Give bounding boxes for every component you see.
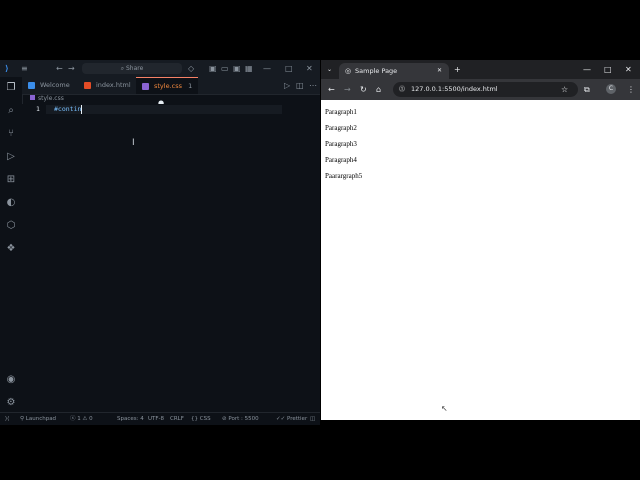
minimize-icon[interactable]: — [583, 60, 591, 79]
live-server-port-item[interactable]: ⊘ Port : 5500 [222, 413, 259, 425]
mouse-pointer-icon: ↖ [441, 404, 448, 413]
paragraph: Paragraph1 [325, 108, 357, 116]
encoding-item[interactable]: UTF-8 [148, 413, 164, 425]
problems-item[interactable]: ⓧ 1 ⚠ 0 [70, 413, 93, 425]
tab-label: style.css [154, 82, 182, 90]
tab-index-html[interactable]: index.html [78, 77, 136, 94]
paragraph: Paarargraph5 [325, 172, 363, 180]
python-icon[interactable]: ❖ [4, 242, 18, 256]
eol-item[interactable]: CRLF [170, 413, 184, 425]
css-file-icon [30, 95, 35, 100]
launchpad-label: Launchpad [25, 416, 57, 422]
explorer-icon[interactable]: ❐ [4, 81, 18, 95]
language-item[interactable]: {} CSS [191, 413, 211, 425]
chrome-menu-icon[interactable]: ⋮ [627, 79, 635, 100]
maximize-icon[interactable]: □ [604, 60, 612, 79]
toggle-secondary-sidebar-icon[interactable]: ▣ [233, 60, 241, 77]
toggle-sidebar-icon[interactable]: ▣ [209, 60, 217, 77]
prettier-label: Prettier [286, 416, 308, 422]
back-arrow-icon[interactable]: ← [56, 60, 63, 77]
port-label: Port : 5500 [228, 416, 259, 422]
vscode-window: ⟩ ≡ ← → ⌕ Share ◇ ▣ ▭ ▣ ▦ — □ ✕ ❐ ⌕ ⑂ ▷ … [0, 60, 320, 425]
vscode-logo-icon: ⟩ [5, 64, 9, 73]
extensions-icon[interactable]: ⊞ [4, 173, 18, 187]
close-tab-icon[interactable]: ✕ [437, 63, 442, 79]
chrome-tabstrip: ⌄ ◎ Sample Page ✕ + — □ ✕ [321, 60, 640, 79]
vscode-file-icon [28, 82, 35, 89]
github-icon[interactable]: ◐ [4, 196, 18, 210]
chrome-tab-title: Sample Page [355, 67, 398, 75]
tab-label: Welcome [40, 81, 70, 89]
status-bar: ⟩⟨ ⚲ Launchpad ⓧ 1 ⚠ 0 Spaces: 4 UTF-8 C… [0, 412, 320, 425]
html-file-icon [84, 82, 91, 89]
code-editor[interactable]: 1 #contin I [22, 104, 320, 412]
source-control-icon[interactable]: ⑂ [4, 127, 18, 141]
breadcrumb-label: style.css [38, 95, 64, 102]
editor-tabs: Welcome index.html style.css 1 ● ▷ ◫ ⋯ [22, 77, 320, 107]
url-text[interactable]: 127.0.0.1:5500/index.html [411, 82, 498, 97]
extensions-icon[interactable]: ⧉ [584, 79, 590, 100]
customize-layout-icon[interactable]: ▦ [245, 60, 253, 77]
mouse-ibeam-icon: I [132, 138, 135, 148]
account-icon[interactable]: ◉ [4, 373, 18, 387]
forward-arrow-icon[interactable]: → [344, 79, 351, 100]
site-info-icon[interactable]: ⓵ [399, 82, 405, 97]
copilot-icon[interactable]: ◇ [188, 60, 194, 77]
indentation-item[interactable]: Spaces: 4 [117, 413, 144, 425]
settings-gear-icon[interactable]: ⚙ [4, 396, 18, 410]
paragraph: Paragraph4 [325, 156, 357, 164]
command-center[interactable]: ⌕ Share [82, 63, 182, 74]
chrome-window: ⌄ ◎ Sample Page ✕ + — □ ✕ ← → ↻ ⌂ ⓵ 127.… [321, 60, 640, 420]
tab-label: index.html [96, 81, 131, 89]
profile-avatar[interactable]: C [606, 84, 616, 94]
run-icon[interactable]: ▷ [284, 77, 290, 94]
close-icon[interactable]: ✕ [306, 60, 313, 77]
toggle-panel-icon[interactable]: ▭ [221, 60, 229, 77]
docker-icon[interactable]: ⬡ [4, 219, 18, 233]
minimize-icon[interactable]: — [263, 60, 271, 77]
run-debug-icon[interactable]: ▷ [4, 150, 18, 164]
bookmark-star-icon[interactable]: ☆ [561, 82, 568, 97]
activity-bar: ❐ ⌕ ⑂ ▷ ⊞ ◐ ⬡ ❖ ◉ ⚙ [0, 77, 23, 424]
search-icon[interactable]: ⌕ [4, 104, 18, 118]
tab-search-icon[interactable]: ⌄ [327, 60, 332, 79]
more-actions-icon[interactable]: ⋯ [309, 77, 317, 94]
launchpad-item[interactable]: ⚲ Launchpad [20, 413, 56, 425]
address-bar[interactable]: ⓵ 127.0.0.1:5500/index.html ☆ [393, 82, 578, 97]
reload-icon[interactable]: ↻ [360, 79, 367, 100]
back-arrow-icon[interactable]: ← [328, 79, 335, 100]
command-center-label: Share [125, 65, 144, 72]
css-file-icon [142, 83, 149, 90]
code-line[interactable]: #contin [54, 104, 81, 115]
home-icon[interactable]: ⌂ [376, 79, 381, 100]
text-cursor [81, 105, 82, 114]
menu-icon[interactable]: ≡ [21, 60, 28, 77]
remote-icon[interactable]: ⟩⟨ [5, 413, 9, 425]
paragraph: Paragraph3 [325, 140, 357, 148]
breadcrumb[interactable]: style.css [30, 95, 64, 102]
close-icon[interactable]: ✕ [625, 60, 632, 79]
chrome-toolbar: ← → ↻ ⌂ ⓵ 127.0.0.1:5500/index.html ☆ ⧉ … [321, 79, 640, 100]
web-page-content: Paragraph1 Paragraph2 Paragraph3 Paragra… [321, 100, 640, 420]
notifications-icon[interactable]: ◫ [310, 413, 315, 425]
split-editor-icon[interactable]: ◫ [296, 77, 304, 94]
tab-welcome[interactable]: Welcome [22, 77, 78, 94]
globe-icon: ◎ [345, 67, 352, 75]
paragraph: Paragraph2 [325, 124, 357, 132]
maximize-icon[interactable]: □ [285, 60, 293, 77]
vscode-titlebar: ⟩ ≡ ← → ⌕ Share ◇ ▣ ▭ ▣ ▦ — □ ✕ [0, 60, 320, 77]
line-number: 1 [36, 105, 40, 113]
tab-style-css[interactable]: style.css 1 ● [136, 77, 198, 107]
chrome-tab[interactable]: ◎ Sample Page ✕ [339, 63, 449, 79]
forward-arrow-icon[interactable]: → [68, 60, 75, 77]
prettier-item[interactable]: ✓✓ Prettier [276, 413, 307, 425]
new-tab-icon[interactable]: + [454, 60, 461, 79]
problem-count-badge: 1 [188, 82, 193, 90]
language-label: CSS [199, 416, 211, 422]
